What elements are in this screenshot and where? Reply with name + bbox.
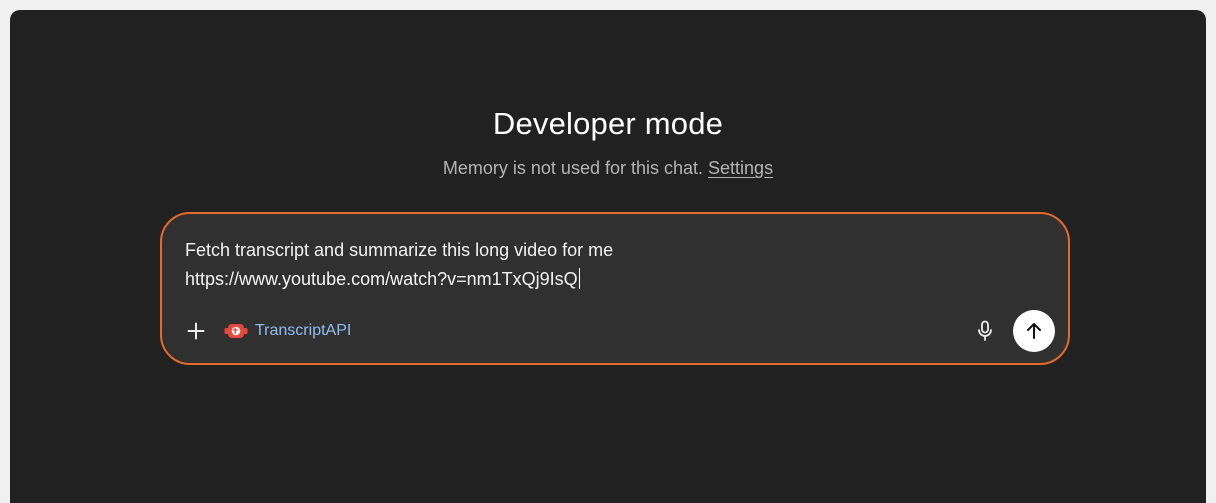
microphone-icon — [978, 320, 992, 341]
prompt-input[interactable]: Fetch transcript and summarize this long… — [185, 236, 1045, 294]
memory-notice-text: Memory is not used for this chat. — [442, 158, 704, 178]
prompt-line-1: Fetch transcript and summarize this long… — [185, 240, 614, 260]
voice-input-button[interactable] — [970, 316, 1000, 346]
transcriptapi-logo-icon — [224, 324, 248, 338]
arrow-up-icon — [1027, 323, 1041, 339]
text-caret — [578, 268, 581, 289]
send-button[interactable] — [1013, 310, 1055, 352]
settings-link[interactable]: Settings — [708, 158, 773, 178]
add-attachment-button[interactable] — [181, 316, 211, 346]
prompt-url-text: https://www.youtube.com/watch?v=nm1TxQj9… — [185, 269, 578, 289]
memory-notice: Memory is not used for this chat. Settin… — [10, 156, 1206, 180]
chat-window: Developer mode Memory is not used for th… — [10, 10, 1206, 503]
page-title: Developer mode — [492, 106, 724, 141]
transcriptapi-tool-chip[interactable]: TranscriptAPI — [224, 316, 351, 346]
tool-chip-label: TranscriptAPI — [255, 322, 352, 339]
plus-icon — [187, 322, 205, 340]
message-composer[interactable]: Fetch transcript and summarize this long… — [160, 212, 1070, 365]
prompt-line-2: https://www.youtube.com/watch?v=nm1TxQj9… — [185, 265, 1045, 294]
